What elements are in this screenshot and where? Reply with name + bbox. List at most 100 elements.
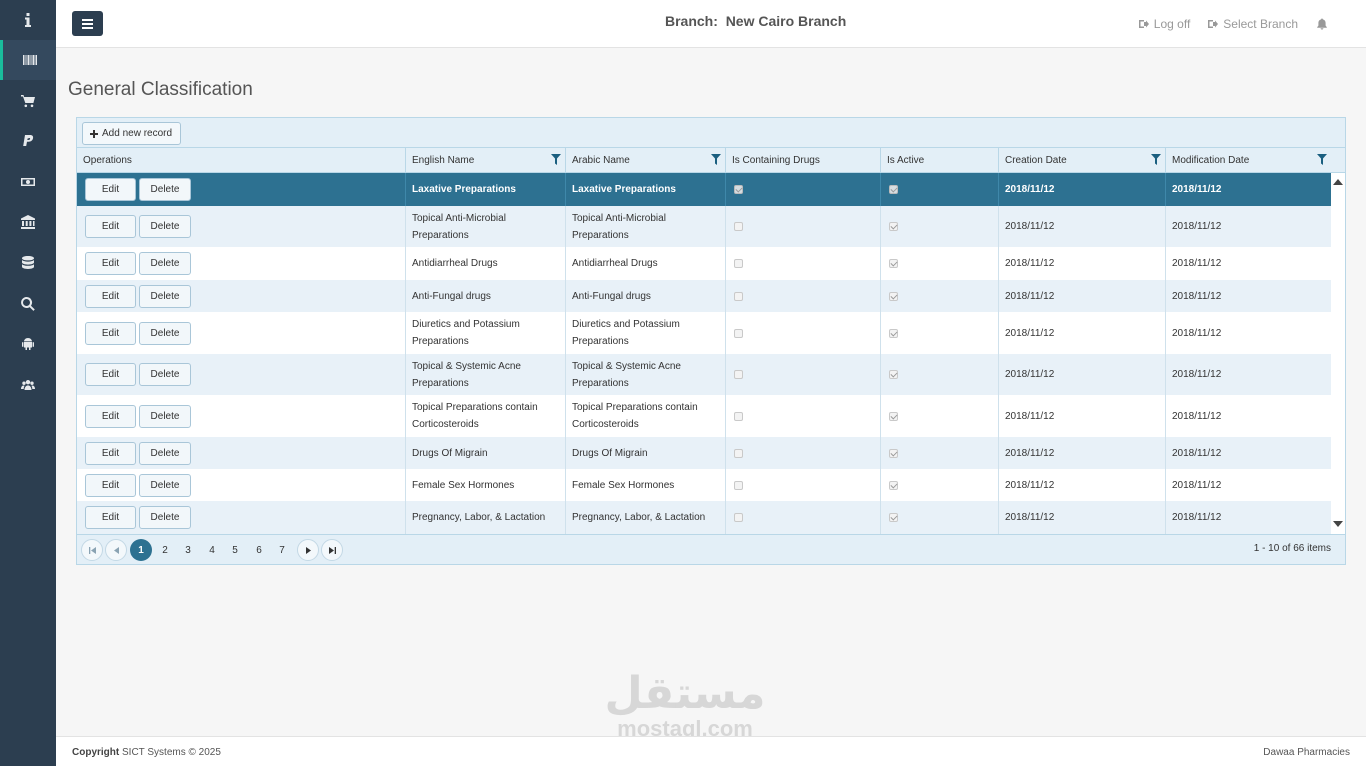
- edit-button[interactable]: Edit: [85, 178, 136, 201]
- arabic-name-cell: Topical Preparations contain Corticoster…: [565, 395, 725, 437]
- column-header-label: Operations: [83, 155, 132, 166]
- table-row[interactable]: Edit Delete Female Sex Hormones Female Sex …: [77, 469, 1331, 501]
- first-page-button[interactable]: [81, 539, 103, 561]
- sidebar-item-users[interactable]: [0, 365, 56, 405]
- page-button[interactable]: 7: [271, 539, 293, 561]
- arabic-name-text: Diuretics and Potassium Preparations: [572, 319, 680, 347]
- column-header-operations[interactable]: Operations: [77, 148, 405, 173]
- creation-date-cell: 2018/11/12: [998, 206, 1165, 247]
- delete-button[interactable]: Delete: [139, 404, 191, 428]
- is-active-checkbox: [889, 411, 898, 421]
- branch-indicator: Branch: New Cairo Branch: [665, 13, 846, 29]
- page-button[interactable]: 3: [177, 539, 199, 561]
- delete-button[interactable]: Delete: [139, 178, 191, 201]
- delete-button[interactable]: Delete: [139, 473, 191, 497]
- select-branch-link[interactable]: Select Branch: [1208, 17, 1298, 31]
- sidebar-item-search[interactable]: [0, 284, 56, 324]
- delete-button[interactable]: Delete: [139, 215, 191, 238]
- scroll-down-arrow-icon[interactable]: [1333, 521, 1343, 527]
- edit-button[interactable]: Edit: [85, 363, 136, 386]
- table-row[interactable]: Edit Delete Diuretics and Potassium Prepar…: [77, 312, 1331, 354]
- delete-button[interactable]: Delete: [139, 363, 191, 386]
- table-row[interactable]: Edit Delete Antidiarrheal Drugs Antidiarrhe…: [77, 247, 1331, 280]
- column-header-modification-date[interactable]: Modification Date: [1165, 148, 1331, 173]
- column-filter-button[interactable]: [1151, 154, 1161, 165]
- column-filter-button[interactable]: [551, 154, 561, 165]
- is-active-checkbox: [889, 513, 898, 522]
- table-row[interactable]: Edit Delete Topical & Systemic Acne Prepar…: [77, 354, 1331, 395]
- page-button[interactable]: 6: [248, 539, 270, 561]
- sidebar-item-info[interactable]: [0, 0, 56, 40]
- column-header-is-active[interactable]: Is Active: [880, 148, 998, 173]
- delete-button[interactable]: Delete: [139, 321, 191, 345]
- column-filter-button[interactable]: [1317, 154, 1327, 165]
- edit-button[interactable]: Edit: [85, 284, 136, 308]
- creation-date-cell: 2018/11/12: [998, 173, 1165, 206]
- sign-out-icon: [1208, 20, 1219, 28]
- table-row[interactable]: Edit Delete Anti-Fungal drugs Anti-Fungal d…: [77, 280, 1331, 312]
- arabic-name-text: Pregnancy, Labor, & Lactation: [572, 512, 706, 523]
- table-row[interactable]: Edit Delete Drugs Of Migrain Drugs Of Migra…: [77, 437, 1331, 469]
- edit-button[interactable]: Edit: [85, 441, 136, 465]
- log-off-link[interactable]: Log off: [1138, 17, 1190, 31]
- delete-button[interactable]: Delete: [139, 441, 191, 465]
- english-name-cell: Topical & Systemic Acne Preparations: [405, 354, 565, 395]
- arabic-name-text: Female Sex Hormones: [572, 479, 675, 491]
- sidebar-item-bank[interactable]: [0, 202, 56, 242]
- delete-button[interactable]: Delete: [139, 252, 191, 275]
- is-active-checkbox: [889, 448, 898, 458]
- add-new-record-button[interactable]: Add new record: [82, 122, 182, 145]
- is-containing-drugs-cell: [725, 354, 880, 395]
- edit-button[interactable]: Edit: [85, 506, 136, 529]
- table-row[interactable]: Edit Delete Topical Preparations contain C…: [77, 395, 1331, 437]
- is-containing-drugs-cell: [725, 280, 880, 312]
- sign-out-icon: [1138, 20, 1149, 28]
- sidebar-item-cart[interactable]: [0, 81, 56, 121]
- sidebar-item-paypal[interactable]: [0, 121, 56, 161]
- next-page-button[interactable]: [297, 539, 319, 561]
- is-containing-drugs-checkbox: [734, 513, 743, 522]
- table-row[interactable]: Edit Delete Topical Anti-Microbial Prepara…: [77, 206, 1331, 247]
- vertical-scrollbar[interactable]: [1331, 173, 1345, 534]
- modification-date-text: 2018/11/12: [1172, 512, 1222, 523]
- sidebar-item-android[interactable]: [0, 324, 56, 364]
- arabic-name-text: Anti-Fungal drugs: [572, 290, 651, 302]
- is-containing-drugs-checkbox: [734, 259, 743, 268]
- plus-icon: [90, 129, 98, 138]
- menu-toggle-button[interactable]: [72, 11, 103, 36]
- sidebar-item-money[interactable]: [0, 162, 56, 202]
- column-header-creation-date[interactable]: Creation Date: [998, 148, 1165, 173]
- notifications-button[interactable]: [1316, 18, 1333, 30]
- delete-button[interactable]: Delete: [139, 284, 191, 308]
- last-page-button[interactable]: [321, 539, 343, 561]
- edit-button[interactable]: Edit: [85, 215, 136, 238]
- sidebar-item-barcode[interactable]: [0, 40, 56, 80]
- edit-button[interactable]: Edit: [85, 404, 136, 428]
- page-button[interactable]: 5: [224, 539, 246, 561]
- sidebar-item-database[interactable]: [0, 243, 56, 283]
- column-filter-button[interactable]: [711, 154, 721, 165]
- edit-button[interactable]: Edit: [85, 321, 136, 345]
- is-containing-drugs-checkbox: [734, 185, 743, 194]
- page-button[interactable]: 2: [154, 539, 176, 561]
- english-name-cell: Topical Preparations contain Corticoster…: [405, 395, 565, 437]
- edit-button[interactable]: Edit: [85, 252, 136, 275]
- table-row[interactable]: Edit Delete Pregnancy, Labor, & Lactation P…: [77, 501, 1331, 534]
- scroll-up-arrow-icon[interactable]: [1333, 179, 1343, 185]
- arabic-name-text: Laxative Preparations: [572, 184, 676, 195]
- column-header-arabic-name[interactable]: Arabic Name: [565, 148, 725, 173]
- column-header-is-containing-drugs[interactable]: Is Containing Drugs: [725, 148, 880, 173]
- is-active-checkbox: [889, 370, 898, 379]
- creation-date-cell: 2018/11/12: [998, 395, 1165, 437]
- english-name-text: Laxative Preparations: [412, 184, 516, 195]
- page-button[interactable]: 1: [130, 539, 152, 561]
- table-row[interactable]: Edit Delete Laxative Preparations Laxative …: [77, 173, 1331, 206]
- edit-button[interactable]: Edit: [85, 473, 136, 497]
- previous-page-button[interactable]: [105, 539, 127, 561]
- modification-date-text: 2018/11/12: [1172, 479, 1222, 491]
- money-icon: [21, 178, 35, 186]
- delete-button[interactable]: Delete: [139, 506, 191, 529]
- is-containing-drugs-checkbox: [734, 448, 743, 458]
- column-header-english-name[interactable]: English Name: [405, 148, 565, 173]
- page-button[interactable]: 4: [201, 539, 223, 561]
